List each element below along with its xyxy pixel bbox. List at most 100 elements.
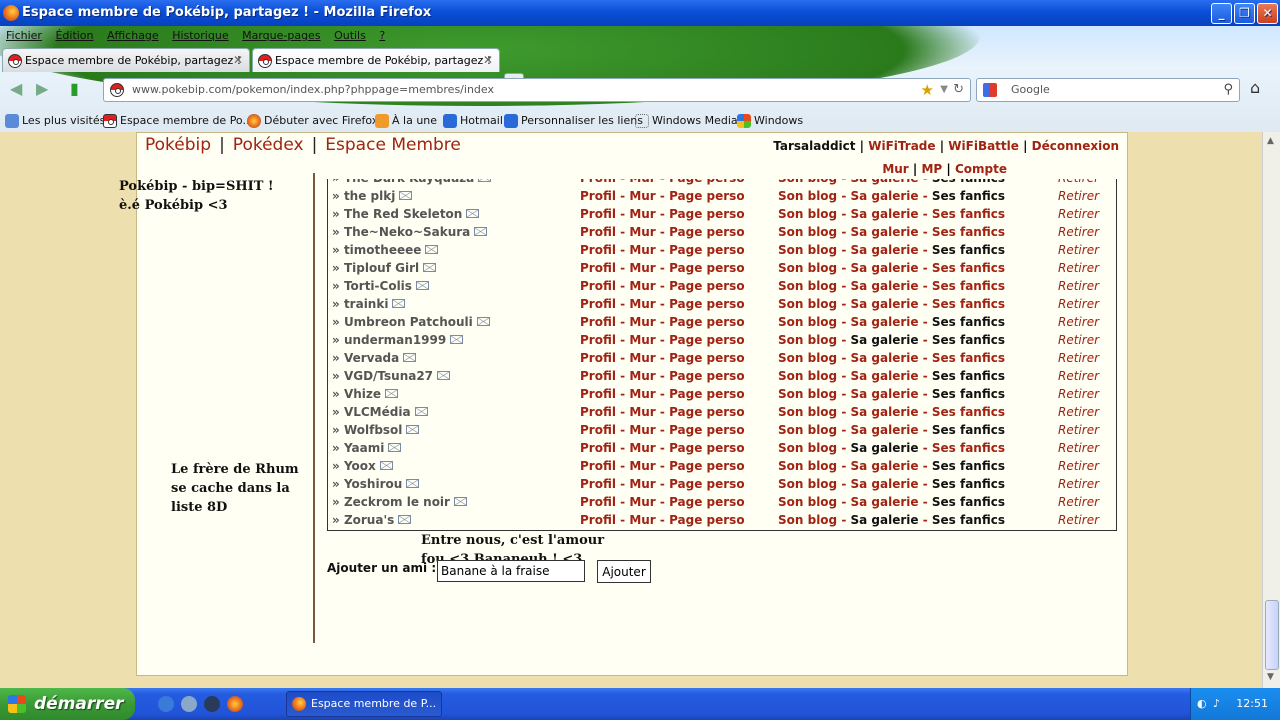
friend-name[interactable]: » the plkj [332, 187, 413, 205]
mur-link[interactable]: Mur [629, 189, 655, 203]
galerie-link[interactable]: Sa galerie [851, 261, 919, 275]
scroll-up-icon[interactable]: ▲ [1267, 136, 1274, 146]
start-button[interactable]: démarrer [0, 688, 135, 720]
mur-link[interactable]: Mur [629, 333, 655, 347]
blog-link[interactable]: Son blog [778, 243, 837, 257]
galerie-link[interactable]: Sa galerie [851, 315, 919, 329]
blog-link[interactable]: Son blog [778, 495, 837, 509]
google-icon[interactable] [983, 83, 997, 97]
retirer-link[interactable]: Retirer [1058, 493, 1099, 511]
fanfics-link[interactable]: Ses fanfics [932, 189, 1005, 203]
retirer-link[interactable]: Retirer [1058, 313, 1099, 331]
media-quicklaunch-icon[interactable] [204, 696, 220, 712]
retirer-link[interactable]: Retirer [1058, 295, 1099, 313]
tab-2[interactable]: Espace membre de Pokébip, partagez ! ✕ [252, 48, 500, 72]
link-compte[interactable]: Compte [955, 162, 1007, 176]
retirer-link[interactable]: Retirer [1058, 367, 1099, 385]
page-perso-link[interactable]: Page perso [669, 297, 745, 311]
nav-pokebip[interactable]: Pokébip [145, 135, 211, 155]
fanfics-link[interactable]: Ses fanfics [932, 261, 1005, 275]
galerie-link[interactable]: Sa galerie [851, 459, 919, 473]
volume-icon[interactable]: ♪ [1213, 688, 1220, 720]
maximize-button[interactable]: ❐ [1234, 3, 1255, 24]
mur-link[interactable]: Mur [629, 513, 655, 527]
profil-link[interactable]: Profil [580, 315, 616, 329]
profil-link[interactable]: Profil [580, 225, 616, 239]
network-icon[interactable]: ◐ [1197, 688, 1207, 720]
url-dropdown-icon[interactable]: ▼ [940, 79, 948, 101]
profil-link[interactable]: Profil [580, 261, 616, 275]
mail-icon[interactable] [414, 407, 428, 416]
blog-link[interactable]: Son blog [778, 441, 837, 455]
friend-name[interactable]: » The Dark Kayquaza [332, 179, 492, 187]
page-perso-link[interactable]: Page perso [669, 179, 745, 185]
fanfics-link[interactable]: Ses fanfics [932, 495, 1005, 509]
galerie-link[interactable]: Sa galerie [851, 441, 919, 455]
profil-link[interactable]: Profil [580, 207, 616, 221]
mail-icon[interactable] [453, 497, 467, 506]
blog-link[interactable]: Son blog [778, 513, 837, 527]
chrome-quicklaunch-icon[interactable] [181, 696, 197, 712]
blog-link[interactable]: Son blog [778, 387, 837, 401]
bookmark-windows[interactable]: Windows [736, 110, 803, 132]
profil-link[interactable]: Profil [580, 405, 616, 419]
retirer-link[interactable]: Retirer [1058, 511, 1099, 529]
fanfics-link[interactable]: Ses fanfics [932, 423, 1005, 437]
friend-name[interactable]: » Wolfbsol [332, 421, 420, 439]
blog-link[interactable]: Son blog [778, 297, 837, 311]
menu-affichage[interactable]: Affichage [107, 29, 159, 42]
profil-link[interactable]: Profil [580, 387, 616, 401]
page-scrollbar[interactable]: ▲ ▼ [1262, 132, 1280, 688]
menu-historique[interactable]: Historique [172, 29, 228, 42]
link-deconnexion[interactable]: Déconnexion [1032, 139, 1119, 153]
friend-name[interactable]: » Vhize [332, 385, 399, 403]
profil-link[interactable]: Profil [580, 459, 616, 473]
nav-pokedex[interactable]: Pokédex [233, 135, 304, 155]
blog-link[interactable]: Son blog [778, 225, 837, 239]
retirer-link[interactable]: Retirer [1058, 475, 1099, 493]
mur-link[interactable]: Mur [629, 243, 655, 257]
mail-icon[interactable] [403, 353, 417, 362]
galerie-link[interactable]: Sa galerie [851, 297, 919, 311]
mur-link[interactable]: Mur [629, 441, 655, 455]
mur-link[interactable]: Mur [629, 225, 655, 239]
retirer-link[interactable]: Retirer [1058, 223, 1099, 241]
friend-name[interactable]: » underman1999 [332, 331, 464, 349]
fanfics-link[interactable]: Ses fanfics [932, 351, 1005, 365]
friend-name[interactable]: » Yoshirou [332, 475, 420, 493]
galerie-link[interactable]: Sa galerie [851, 387, 919, 401]
mail-icon[interactable] [398, 515, 412, 524]
bookmark-plus-visites[interactable]: Les plus visités [4, 110, 105, 132]
mur-link[interactable]: Mur [629, 261, 655, 275]
mail-icon[interactable] [423, 263, 437, 272]
mail-icon[interactable] [388, 443, 402, 452]
fanfics-link[interactable]: Ses fanfics [932, 369, 1005, 383]
page-perso-link[interactable]: Page perso [669, 369, 745, 383]
friend-name[interactable]: » Tiplouf Girl [332, 259, 437, 277]
friend-name[interactable]: » VLCMédia [332, 403, 428, 421]
galerie-link[interactable]: Sa galerie [851, 225, 919, 239]
mur-link[interactable]: Mur [629, 351, 655, 365]
galerie-link[interactable]: Sa galerie [851, 179, 919, 185]
bookmark-star-icon[interactable]: ★ [921, 79, 934, 101]
page-perso-link[interactable]: Page perso [669, 243, 745, 257]
fanfics-link[interactable]: Ses fanfics [932, 225, 1005, 239]
fanfics-link[interactable]: Ses fanfics [932, 297, 1005, 311]
reload-icon[interactable]: ↻ [953, 79, 964, 101]
blog-link[interactable]: Son blog [778, 423, 837, 437]
fanfics-link[interactable]: Ses fanfics [932, 179, 1005, 185]
profil-link[interactable]: Profil [580, 441, 616, 455]
mail-icon[interactable] [478, 179, 492, 182]
ie-quicklaunch-icon[interactable] [158, 696, 174, 712]
galerie-link[interactable]: Sa galerie [851, 423, 919, 437]
menu-edition[interactable]: Édition [55, 29, 93, 42]
blog-link[interactable]: Son blog [778, 179, 837, 185]
blog-link[interactable]: Son blog [778, 315, 837, 329]
retirer-link[interactable]: Retirer [1058, 277, 1099, 295]
fanfics-link[interactable]: Ses fanfics [932, 207, 1005, 221]
friend-name[interactable]: » Yoox [332, 457, 393, 475]
friend-name[interactable]: » The~Neko~Sakura [332, 223, 488, 241]
fanfics-link[interactable]: Ses fanfics [932, 477, 1005, 491]
nav-espace-membre[interactable]: Espace Membre [325, 135, 461, 155]
mail-icon[interactable] [379, 461, 393, 470]
